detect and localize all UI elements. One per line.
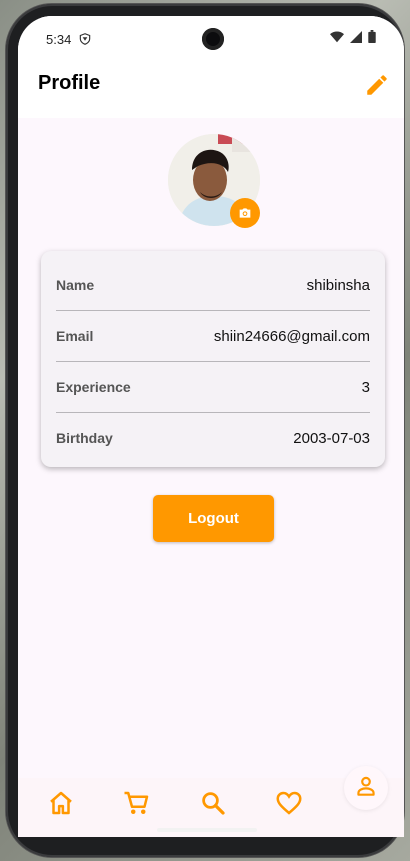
wifi-icon bbox=[330, 30, 344, 46]
shield-icon bbox=[78, 32, 92, 49]
status-icons bbox=[330, 30, 376, 46]
profile-nav-button[interactable] bbox=[344, 766, 388, 810]
experience-row: Experience 3 bbox=[56, 362, 370, 412]
phone-frame: 5:34 Profile Name shibinsha Email shiin2… bbox=[6, 4, 404, 857]
birthday-value: 2003-07-03 bbox=[293, 429, 370, 447]
heart-icon[interactable] bbox=[274, 788, 304, 818]
cart-icon[interactable] bbox=[122, 788, 152, 818]
email-value: shiin24666@gmail.com bbox=[213, 327, 370, 345]
bottom-navigation bbox=[18, 766, 404, 833]
status-time: 5:34 bbox=[46, 32, 72, 47]
email-label: Email bbox=[56, 328, 94, 344]
edit-icon[interactable] bbox=[364, 72, 390, 98]
camera-icon[interactable] bbox=[230, 198, 260, 228]
email-row: Email shiin24666@gmail.com bbox=[56, 311, 370, 361]
birthday-label: Birthday bbox=[56, 430, 113, 446]
name-row: Name shibinsha bbox=[56, 260, 370, 310]
battery-icon bbox=[368, 30, 376, 46]
app-bar: Profile bbox=[18, 62, 404, 118]
name-label: Name bbox=[56, 277, 95, 293]
front-camera bbox=[202, 28, 224, 50]
search-icon[interactable] bbox=[198, 788, 228, 818]
person-icon bbox=[353, 773, 379, 804]
signal-icon bbox=[350, 30, 362, 46]
home-icon[interactable] bbox=[46, 788, 76, 818]
profile-details-card: Name shibinsha Email shiin24666@gmail.co… bbox=[41, 251, 385, 467]
name-value: shibinsha bbox=[306, 276, 370, 294]
avatar-container bbox=[168, 134, 260, 228]
logout-button[interactable]: Logout bbox=[153, 495, 274, 542]
home-indicator[interactable] bbox=[157, 828, 257, 832]
screen: 5:34 Profile Name shibinsha Email shiin2… bbox=[18, 16, 404, 837]
experience-label: Experience bbox=[56, 379, 131, 395]
status-bar: 5:34 bbox=[18, 16, 404, 62]
experience-value: 3 bbox=[361, 378, 370, 396]
birthday-row: Birthday 2003-07-03 bbox=[56, 413, 370, 463]
page-title: Profile bbox=[38, 72, 101, 94]
